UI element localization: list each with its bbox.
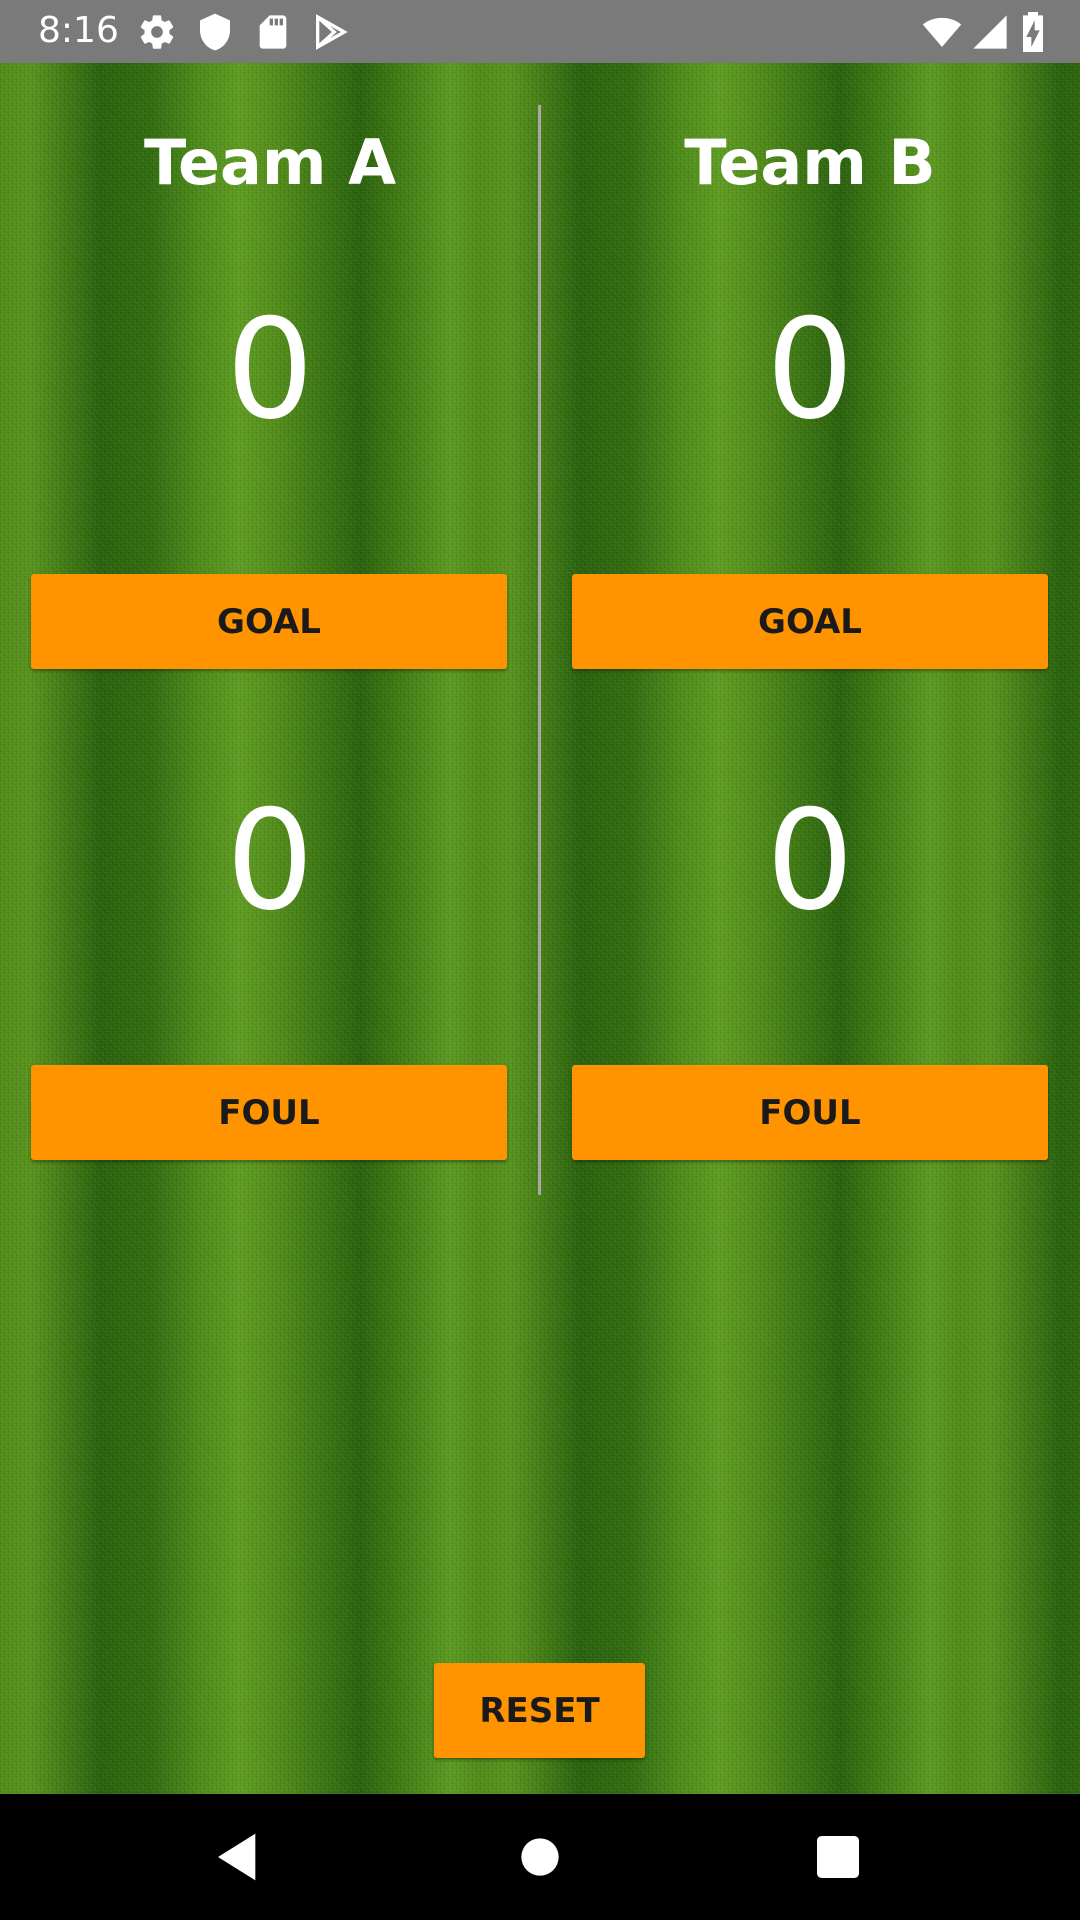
gear-icon — [140, 15, 174, 49]
back-icon[interactable] — [211, 1829, 267, 1885]
team-divider — [538, 105, 541, 1195]
status-bar: 8:16 — [0, 0, 1080, 63]
recents-icon[interactable] — [810, 1829, 866, 1885]
wifi-icon — [922, 17, 962, 47]
team-a-goal-button[interactable]: GOAL — [31, 574, 507, 669]
team-b-name: Team B — [684, 126, 936, 199]
status-time: 8:16 — [38, 10, 119, 51]
field-background: Team A 0 GOAL 0 FOUL Team B 0 GOAL 0 FOU… — [0, 63, 1080, 1794]
team-b-goal-count: 0 — [766, 289, 854, 450]
team-b-goal-button[interactable]: GOAL — [572, 574, 1048, 669]
reset-button[interactable]: RESET — [434, 1663, 645, 1758]
team-b-foul-button[interactable]: FOUL — [572, 1065, 1048, 1160]
team-b-foul-count: 0 — [766, 780, 854, 941]
signal-icon — [973, 15, 1007, 49]
navigation-bar — [0, 1794, 1080, 1920]
battery-charging-icon — [1023, 12, 1043, 52]
home-icon[interactable] — [512, 1829, 568, 1885]
screen: 8:16 Team A 0 GOAL 0 FOUL Team B 0 GOAL … — [0, 0, 1080, 1920]
team-a-goal-count: 0 — [226, 289, 314, 450]
shield-icon — [200, 13, 230, 51]
sd-card-icon — [259, 15, 287, 49]
team-a-name: Team A — [143, 126, 397, 199]
play-store-icon — [316, 14, 348, 50]
team-a-foul-count: 0 — [226, 780, 314, 941]
team-a-foul-button[interactable]: FOUL — [31, 1065, 507, 1160]
